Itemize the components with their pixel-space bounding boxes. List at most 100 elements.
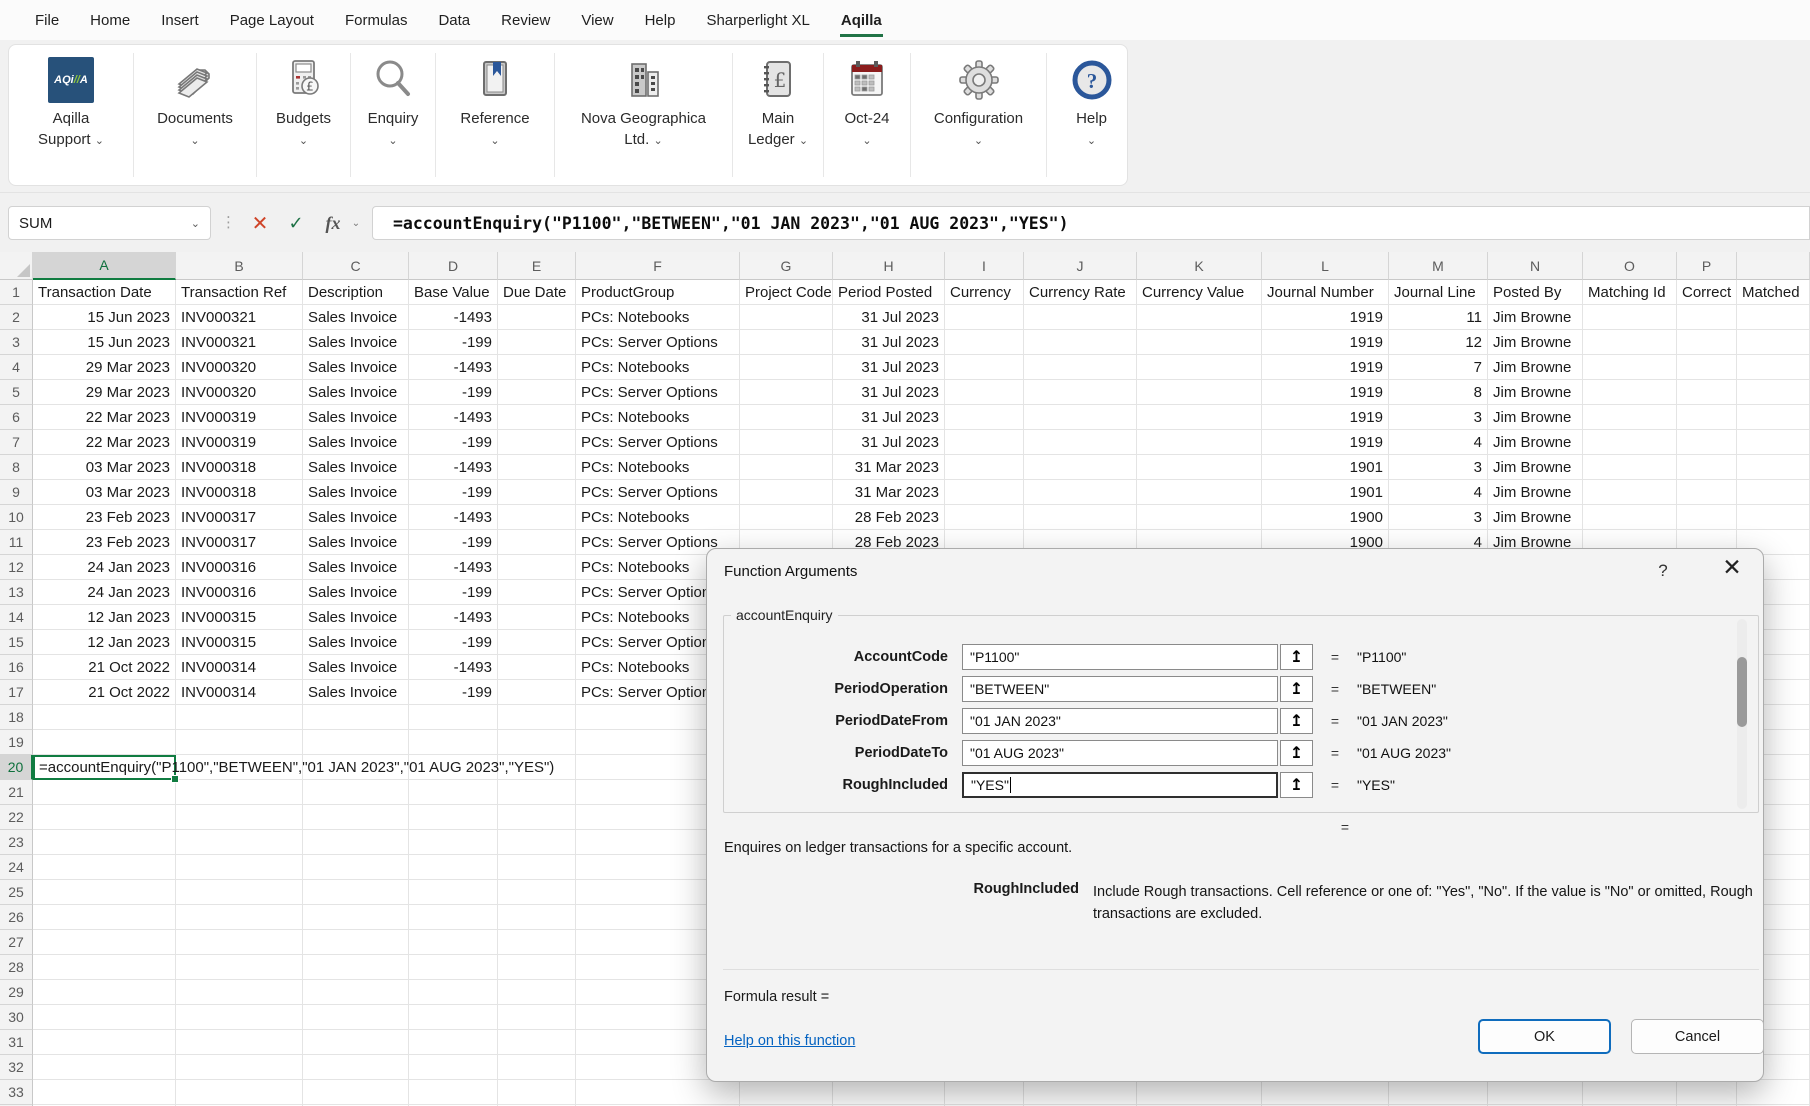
select-all-corner[interactable] (0, 252, 33, 280)
row-header-14[interactable]: 14 (0, 605, 33, 630)
cell-F33[interactable] (576, 1080, 740, 1105)
ribbon-button-enquiry[interactable]: Enquiry⌄ (351, 45, 435, 185)
cell-A22[interactable] (33, 805, 176, 830)
cell-P5[interactable] (1677, 380, 1737, 405)
argument-input-roughincluded[interactable]: "YES" (962, 772, 1278, 798)
help-on-function-link[interactable]: Help on this function (724, 1033, 855, 1049)
cell-C19[interactable] (303, 730, 409, 755)
row-header-4[interactable]: 4 (0, 355, 33, 380)
cell-G2[interactable] (740, 305, 833, 330)
cell-K9[interactable] (1137, 480, 1262, 505)
column-header-J[interactable]: J (1024, 252, 1137, 280)
cell-D31[interactable] (409, 1030, 498, 1055)
cell-B1[interactable]: Transaction Ref (176, 280, 303, 305)
cell-A33[interactable] (33, 1080, 176, 1105)
ribbon-button-budgets[interactable]: £Budgets⌄ (257, 45, 350, 185)
cell-A4[interactable]: 29 Mar 2023 (33, 355, 176, 380)
column-header-G[interactable]: G (740, 252, 833, 280)
ribbon-button-configuration[interactable]: Configuration⌄ (911, 45, 1046, 185)
column-header-C[interactable]: C (303, 252, 409, 280)
cell-D30[interactable] (409, 1005, 498, 1030)
cell-M2[interactable]: 11 (1389, 305, 1488, 330)
cell-C30[interactable] (303, 1005, 409, 1030)
row-header-17[interactable]: 17 (0, 680, 33, 705)
cell-I7[interactable] (945, 430, 1024, 455)
cell-E32[interactable] (498, 1055, 576, 1080)
cell-D25[interactable] (409, 880, 498, 905)
cell-D13[interactable]: -199 (409, 580, 498, 605)
cell-E24[interactable] (498, 855, 576, 880)
cell-D8[interactable]: -1493 (409, 455, 498, 480)
cell-F6[interactable]: PCs: Notebooks (576, 405, 740, 430)
cell-E21[interactable] (498, 780, 576, 805)
cell-D7[interactable]: -199 (409, 430, 498, 455)
cell-J2[interactable] (1024, 305, 1137, 330)
row-header-27[interactable]: 27 (0, 930, 33, 955)
cell-Q8[interactable] (1737, 455, 1810, 480)
cell-M6[interactable]: 3 (1389, 405, 1488, 430)
collapse-dialog-icon[interactable]: ↥ (1280, 772, 1313, 798)
ribbon-button-help[interactable]: ?Help⌄ (1047, 45, 1128, 185)
cell-I33[interactable] (945, 1080, 1024, 1105)
cell-E15[interactable] (498, 630, 576, 655)
cell-A10[interactable]: 23 Feb 2023 (33, 505, 176, 530)
row-header-30[interactable]: 30 (0, 1005, 33, 1030)
cell-E5[interactable] (498, 380, 576, 405)
cell-E16[interactable] (498, 655, 576, 680)
cell-E29[interactable] (498, 980, 576, 1005)
cell-B13[interactable]: INV000316 (176, 580, 303, 605)
cell-N9[interactable]: Jim Browne (1488, 480, 1583, 505)
column-header-N[interactable]: N (1488, 252, 1583, 280)
cell-B2[interactable]: INV000321 (176, 305, 303, 330)
cell-G33[interactable] (740, 1080, 833, 1105)
cell-I4[interactable] (945, 355, 1024, 380)
cell-P2[interactable] (1677, 305, 1737, 330)
cell-B5[interactable]: INV000320 (176, 380, 303, 405)
cell-E14[interactable] (498, 605, 576, 630)
cell-B31[interactable] (176, 1030, 303, 1055)
cell-D32[interactable] (409, 1055, 498, 1080)
cell-C12[interactable]: Sales Invoice (303, 555, 409, 580)
cell-P3[interactable] (1677, 330, 1737, 355)
cell-D4[interactable]: -1493 (409, 355, 498, 380)
cell-M1[interactable]: Journal Line (1389, 280, 1488, 305)
menu-tab-page-layout[interactable]: Page Layout (230, 12, 314, 29)
cell-E18[interactable] (498, 705, 576, 730)
ok-button[interactable]: OK (1478, 1019, 1611, 1054)
cell-A28[interactable] (33, 955, 176, 980)
cell-E31[interactable] (498, 1030, 576, 1055)
argument-input-perioddatefrom[interactable]: "01 JAN 2023" (962, 708, 1278, 734)
cell-Q2[interactable] (1737, 305, 1810, 330)
cell-K1[interactable]: Currency Value (1137, 280, 1262, 305)
collapse-dialog-icon[interactable]: ↥ (1280, 708, 1313, 734)
cell-J5[interactable] (1024, 380, 1137, 405)
cell-D18[interactable] (409, 705, 498, 730)
cell-G8[interactable] (740, 455, 833, 480)
cell-O8[interactable] (1583, 455, 1677, 480)
menu-tab-help[interactable]: Help (645, 12, 676, 29)
cell-B7[interactable]: INV000319 (176, 430, 303, 455)
cell-O10[interactable] (1583, 505, 1677, 530)
row-header-16[interactable]: 16 (0, 655, 33, 680)
cell-A6[interactable]: 22 Mar 2023 (33, 405, 176, 430)
cell-B14[interactable]: INV000315 (176, 605, 303, 630)
cell-E13[interactable] (498, 580, 576, 605)
cell-J6[interactable] (1024, 405, 1137, 430)
cell-H7[interactable]: 31 Jul 2023 (833, 430, 945, 455)
cell-L9[interactable]: 1901 (1262, 480, 1389, 505)
cell-A21[interactable] (33, 780, 176, 805)
cell-A31[interactable] (33, 1030, 176, 1055)
cell-N10[interactable]: Jim Browne (1488, 505, 1583, 530)
cell-B24[interactable] (176, 855, 303, 880)
cell-E22[interactable] (498, 805, 576, 830)
cell-E6[interactable] (498, 405, 576, 430)
cell-G5[interactable] (740, 380, 833, 405)
cell-A11[interactable]: 23 Feb 2023 (33, 530, 176, 555)
cell-O3[interactable] (1583, 330, 1677, 355)
cell-J3[interactable] (1024, 330, 1137, 355)
cell-L6[interactable]: 1919 (1262, 405, 1389, 430)
cell-D22[interactable] (409, 805, 498, 830)
cell-B32[interactable] (176, 1055, 303, 1080)
cell-L7[interactable]: 1919 (1262, 430, 1389, 455)
cell-H10[interactable]: 28 Feb 2023 (833, 505, 945, 530)
